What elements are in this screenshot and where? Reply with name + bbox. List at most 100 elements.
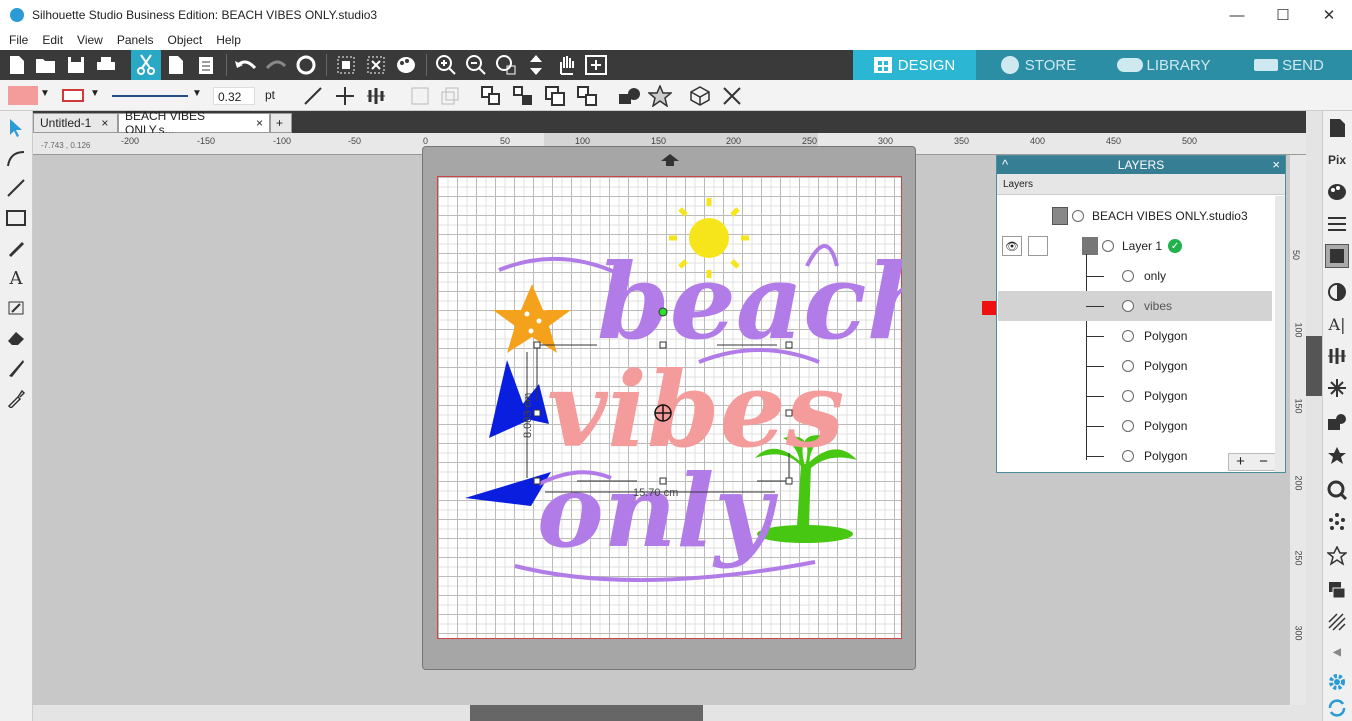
line-color-dropdown-icon[interactable]: ▼ xyxy=(90,88,100,99)
fill-color-swatch[interactable] xyxy=(8,86,38,105)
contrast-icon[interactable] xyxy=(1325,280,1349,304)
trace-icon[interactable] xyxy=(1325,478,1349,502)
redraw-icon[interactable] xyxy=(294,53,318,77)
copy-icon[interactable] xyxy=(164,53,188,77)
align-icon[interactable] xyxy=(366,86,386,106)
page-icon[interactable] xyxy=(1325,116,1349,140)
starfish-shape[interactable] xyxy=(493,284,571,353)
item-visibility-radio[interactable] xyxy=(1122,330,1134,342)
layer-item-row[interactable]: Polygon xyxy=(998,321,1272,351)
open-folder-icon[interactable] xyxy=(34,53,58,77)
undo-icon[interactable] xyxy=(234,53,258,77)
redo-icon[interactable] xyxy=(264,53,288,77)
send-to-back-icon[interactable] xyxy=(577,86,597,106)
settings-icon[interactable] xyxy=(1325,670,1349,694)
group-icon[interactable] xyxy=(410,86,430,106)
text-icon[interactable]: A xyxy=(5,267,27,289)
menu-file[interactable]: File xyxy=(9,33,28,47)
rectangle-icon[interactable] xyxy=(5,207,27,229)
tab-store[interactable]: STORE xyxy=(976,50,1101,80)
pencil-icon[interactable] xyxy=(5,237,27,259)
align-icon[interactable] xyxy=(1325,344,1349,368)
pan-hand-icon[interactable] xyxy=(554,53,578,77)
line-style-icon[interactable] xyxy=(1325,212,1349,236)
close-button[interactable]: ✕ xyxy=(1306,0,1352,30)
3d-box-icon[interactable] xyxy=(689,86,711,106)
text-style-icon[interactable]: A| xyxy=(1325,312,1349,336)
panel-scrollbar[interactable] xyxy=(1275,196,1285,472)
outline-star-icon[interactable] xyxy=(1325,544,1349,568)
layer-lock-box[interactable] xyxy=(1028,236,1048,256)
add-layer-button[interactable]: + xyxy=(1229,454,1252,470)
paste-icon[interactable] xyxy=(194,53,218,77)
item-visibility-radio[interactable] xyxy=(1122,450,1134,462)
bring-forward-icon[interactable] xyxy=(513,86,533,106)
maximize-button[interactable]: ☐ xyxy=(1260,0,1306,30)
tab-untitled-1[interactable]: Untitled-1 × xyxy=(33,113,118,133)
line-width-input[interactable]: 0.32 xyxy=(213,87,255,105)
cut-icon[interactable] xyxy=(131,50,161,80)
close-panel-icon[interactable]: × xyxy=(1272,157,1280,172)
layer-item-row[interactable]: vibes xyxy=(998,291,1272,321)
layer-item-row[interactable]: only xyxy=(998,261,1272,291)
layers-icon[interactable] xyxy=(1325,578,1349,602)
knife-icon[interactable] xyxy=(5,357,27,379)
eye-icon[interactable]: 👁 xyxy=(1002,236,1022,256)
dots-icon[interactable] xyxy=(1325,510,1349,534)
eraser-icon[interactable] xyxy=(5,327,27,349)
line-tool-icon[interactable] xyxy=(303,86,323,106)
item-visibility-radio[interactable] xyxy=(1122,360,1134,372)
vertical-scroll-thumb[interactable] xyxy=(1306,336,1322,396)
replicate-icon[interactable] xyxy=(1325,376,1349,400)
fill-icon[interactable] xyxy=(1325,244,1349,268)
star-icon[interactable] xyxy=(1325,444,1349,468)
menu-view[interactable]: View xyxy=(77,33,103,47)
layer-item-row[interactable]: Polygon xyxy=(998,411,1272,441)
deselect-icon[interactable] xyxy=(364,53,388,77)
close-tab-icon[interactable]: × xyxy=(101,116,108,130)
item-visibility-radio[interactable] xyxy=(1122,270,1134,282)
refresh-icon[interactable] xyxy=(1325,696,1349,720)
palette-icon[interactable] xyxy=(1325,180,1349,204)
point-edit-icon[interactable] xyxy=(5,147,27,169)
zoom-in-icon[interactable] xyxy=(434,53,458,77)
delete-x-icon[interactable] xyxy=(722,86,742,106)
save-icon[interactable] xyxy=(64,53,88,77)
tab-send[interactable]: SEND xyxy=(1226,50,1352,80)
eraser-draw-icon[interactable] xyxy=(5,297,27,319)
new-file-icon[interactable] xyxy=(5,53,29,77)
line-style-selector[interactable] xyxy=(112,95,188,97)
tab-library[interactable]: LIBRARY xyxy=(1101,50,1226,80)
tab-design[interactable]: DESIGN xyxy=(853,50,976,80)
beach-vibes-only-design[interactable]: beach vibes only 15.70 cm 8.083 cm xyxy=(437,176,902,639)
item-visibility-radio[interactable] xyxy=(1122,300,1134,312)
layer-row[interactable]: 👁 Layer 1 ✓ xyxy=(998,231,1272,261)
line-color-swatch[interactable] xyxy=(62,89,84,102)
zoom-out-icon[interactable] xyxy=(464,53,488,77)
star-shape-icon[interactable] xyxy=(646,84,674,108)
send-backward-icon[interactable] xyxy=(545,86,565,106)
layer-item-row[interactable]: Polygon xyxy=(998,351,1272,381)
layer-visibility-radio[interactable] xyxy=(1102,240,1114,252)
collapse-arrow-icon[interactable]: ◀ xyxy=(1325,640,1349,664)
menu-object[interactable]: Object xyxy=(168,33,203,47)
document-row[interactable]: BEACH VIBES ONLY.studio3 xyxy=(1052,201,1282,231)
modify-icon[interactable] xyxy=(1325,410,1349,434)
collapse-panel-icon[interactable]: ^ xyxy=(1002,157,1008,172)
pixscan-icon[interactable]: Pix xyxy=(1325,148,1349,172)
close-tab-icon[interactable]: × xyxy=(256,116,263,130)
select-by-color-icon[interactable] xyxy=(394,53,418,77)
add-tab-button[interactable]: + xyxy=(270,113,292,133)
menu-edit[interactable]: Edit xyxy=(42,33,63,47)
word-only[interactable]: only xyxy=(537,452,778,570)
select-all-icon[interactable] xyxy=(334,53,358,77)
select-icon[interactable] xyxy=(5,117,27,139)
menu-panels[interactable]: Panels xyxy=(117,33,154,47)
fit-page-icon[interactable] xyxy=(584,53,608,77)
document-visibility-radio[interactable] xyxy=(1072,210,1084,222)
eyedropper-icon[interactable] xyxy=(5,387,27,409)
item-visibility-radio[interactable] xyxy=(1122,390,1134,402)
bring-to-front-icon[interactable] xyxy=(481,86,501,106)
remove-layer-button[interactable]: − xyxy=(1252,454,1275,470)
line-icon[interactable] xyxy=(5,177,27,199)
